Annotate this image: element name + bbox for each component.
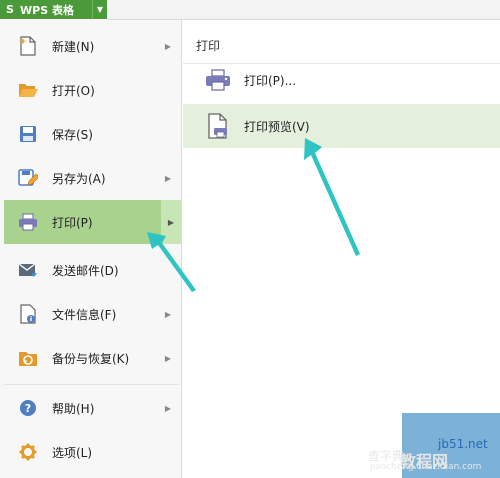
mail-icon [18,260,38,280]
submenu-arrow-icon: ▶ [164,309,172,319]
save-as-icon [18,168,38,188]
menu-item-label: 新建(N) [52,39,95,54]
menu-item-print[interactable]: 打印(P) ▶ [4,200,181,244]
print-preview-button[interactable]: 打印预览(V) [183,104,500,148]
submenu-arrow-icon: ▶ [164,173,172,183]
new-file-icon [18,36,38,56]
menu-item-label: 另存为(A) [52,171,106,186]
app-menu-button[interactable]: S WPS 表格 ▼ [0,0,107,19]
svg-text:?: ? [25,402,31,415]
submenu-arrow-icon: ▶ [164,353,172,363]
menu-item-label: 打开(O) [52,83,95,98]
menu-item-save[interactable]: 保存(S) [4,112,179,156]
file-menu: 新建(N) ▶ 打开(O) 保存(S) 另存为(A) ▶ 打印(P) ▶ 发送邮… [0,20,182,478]
menu-item-label: 帮助(H) [52,401,95,416]
folder-open-icon [18,80,38,100]
menu-item-label: 保存(S) [52,127,93,142]
printer-icon [18,212,38,232]
menu-item-new[interactable]: 新建(N) ▶ [4,24,179,68]
menu-item-send-mail[interactable]: 发送邮件(D) [4,248,179,292]
print-preview-icon [205,113,231,139]
menu-item-help[interactable]: ? 帮助(H) ▶ [4,386,179,430]
menu-item-options[interactable]: 选项(L) [4,430,179,474]
menu-item-label: 备份与恢复(K) [52,351,130,366]
submenu-arrow-icon: ▶ [161,200,181,244]
save-disk-icon [18,124,38,144]
gear-icon [18,442,38,462]
menu-item-label: 文件信息(F) [52,307,117,322]
printer-icon [205,67,231,93]
menu-item-label: 发送邮件(D) [52,263,119,278]
wps-logo-icon: S [6,3,14,16]
print-button[interactable]: 打印(P)... [183,58,500,102]
app-title: WPS 表格 [20,3,74,17]
submenu-arrow-icon: ▶ [164,403,172,413]
menu-item-save-as[interactable]: 另存为(A) ▶ [4,156,179,200]
title-bar-strip [107,0,500,20]
triangle-down-icon[interactable]: ▼ [92,0,107,19]
menu-item-label: 打印(P) [52,215,93,230]
print-label: 打印(P)... [244,73,297,88]
file-info-icon [18,304,38,324]
menu-item-backup[interactable]: 备份与恢复(K) ▶ [4,336,179,380]
menu-item-open[interactable]: 打开(O) [4,68,179,112]
print-preview-label: 打印预览(V) [244,119,310,134]
submenu-arrow-icon: ▶ [164,41,172,51]
menu-item-label: 选项(L) [52,445,93,460]
panel-title: 打印 [196,39,221,53]
watermark-url: jiaocheng.chazidian.com [370,462,482,472]
backup-icon [18,348,38,368]
menu-divider [4,384,179,385]
print-submenu-panel: 打印 打印(P)... 打印预览(V) [183,20,500,478]
help-icon: ? [18,398,38,418]
menu-item-file-info[interactable]: 文件信息(F) ▶ [4,292,179,336]
